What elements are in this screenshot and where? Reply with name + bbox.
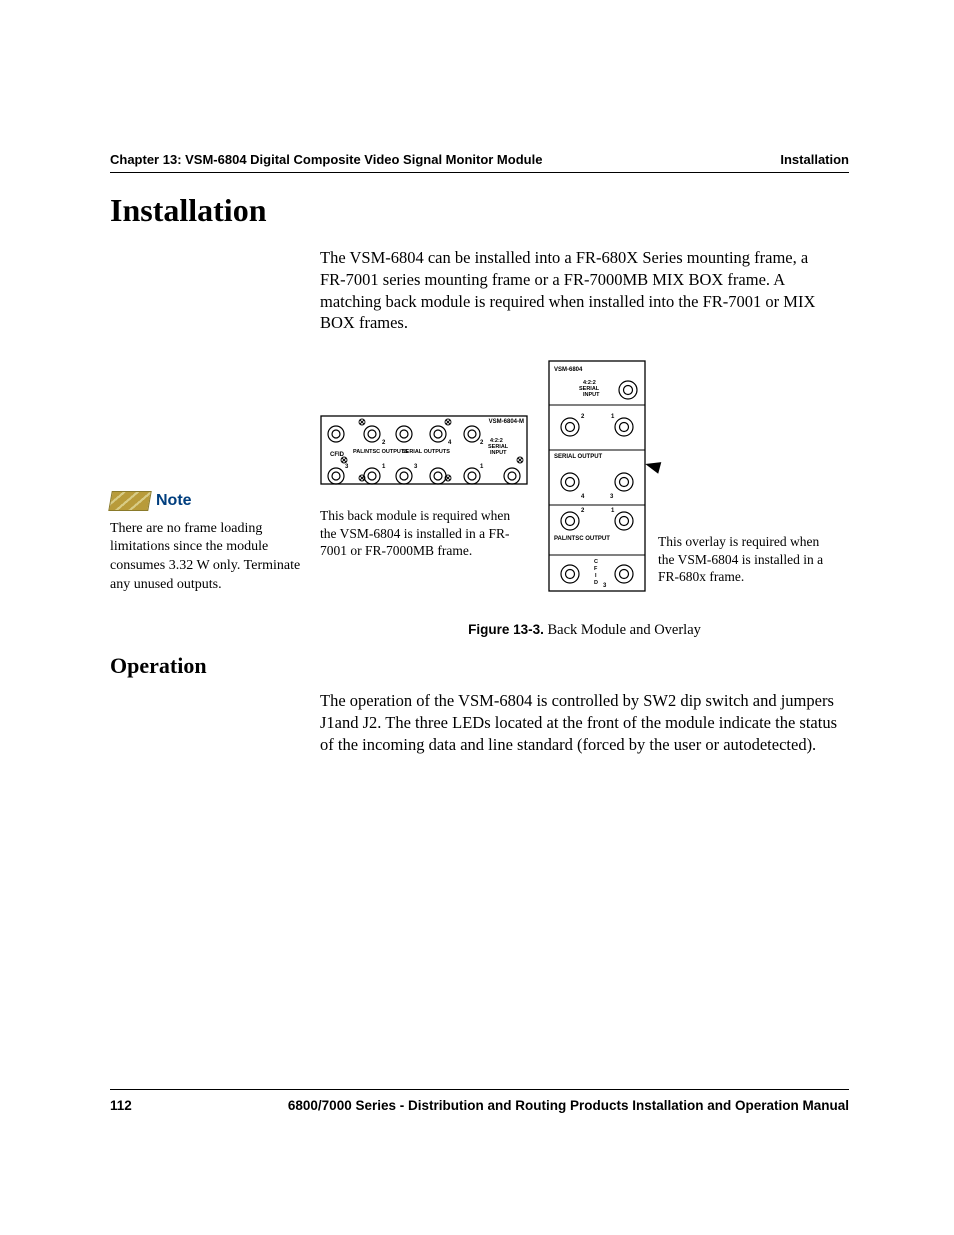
svg-text:F: F xyxy=(594,566,598,572)
svg-text:INPUT: INPUT xyxy=(583,392,600,398)
running-head: Chapter 13: VSM-6804 Digital Composite V… xyxy=(110,152,849,167)
back-module-diagram: 2 4 2 3 1 3 1 VSM-6804-M CFID PAL/NTSC O… xyxy=(320,390,530,490)
page-number: 112 xyxy=(110,1098,132,1113)
figure-caption-label: Figure 13-3. xyxy=(468,622,544,637)
svg-text:D: D xyxy=(594,580,598,586)
back-module-caption: This back module is required when the VS… xyxy=(320,507,525,560)
operation-paragraph: The operation of the VSM-6804 is control… xyxy=(320,690,839,755)
svg-text:I: I xyxy=(595,573,597,579)
note-heading: Note xyxy=(110,490,305,512)
figure-area: 2 4 2 3 1 3 1 VSM-6804-M CFID PAL/NTSC O… xyxy=(320,360,849,645)
svg-text:2: 2 xyxy=(382,440,386,446)
note-body: There are no frame loading limitations s… xyxy=(110,520,305,596)
page-footer: 112 6800/7000 Series - Distribution and … xyxy=(110,1089,849,1113)
svg-text:3: 3 xyxy=(610,494,614,500)
figure-caption: Figure 13-3. Back Module and Overlay xyxy=(320,622,849,639)
svg-text:PAL/NTSC OUTPUTS: PAL/NTSC OUTPUTS xyxy=(353,449,408,455)
chapter-label: Chapter 13: VSM-6804 Digital Composite V… xyxy=(110,152,542,167)
svg-text:PAL/NTSC OUTPUT: PAL/NTSC OUTPUT xyxy=(554,536,610,542)
heading-operation: Operation xyxy=(110,653,207,679)
svg-text:2: 2 xyxy=(480,440,484,446)
svg-text:SERIAL OUTPUT: SERIAL OUTPUT xyxy=(554,454,603,460)
note-box: Note There are no frame loading limitati… xyxy=(110,490,305,595)
note-label: Note xyxy=(156,490,192,512)
svg-text:VSM-6804: VSM-6804 xyxy=(554,367,583,373)
svg-text:VSM-6804-M: VSM-6804-M xyxy=(489,419,524,425)
manual-title: 6800/7000 Series - Distribution and Rout… xyxy=(288,1098,849,1113)
overlay-diagram: VSM-6804 4:2:2 SERIAL INPUT 2 1 SERIAL O… xyxy=(548,360,648,595)
svg-text:3: 3 xyxy=(345,464,349,470)
overlay-caption: This overlay is required when the VSM-68… xyxy=(658,533,838,586)
svg-text:C: C xyxy=(594,559,598,565)
svg-text:1: 1 xyxy=(480,464,484,470)
page: Chapter 13: VSM-6804 Digital Composite V… xyxy=(0,0,954,1235)
svg-text:4: 4 xyxy=(581,494,585,500)
svg-text:SERIAL OUTPUTS: SERIAL OUTPUTS xyxy=(402,449,450,455)
svg-text:2: 2 xyxy=(581,414,585,420)
svg-text:1: 1 xyxy=(382,464,386,470)
svg-text:2: 2 xyxy=(581,508,585,514)
svg-text:INPUT: INPUT xyxy=(490,450,507,456)
figure-caption-text: Back Module and Overlay xyxy=(544,622,701,638)
svg-text:4: 4 xyxy=(448,440,452,446)
svg-text:3: 3 xyxy=(414,464,418,470)
intro-paragraph: The VSM-6804 can be installed into a FR-… xyxy=(320,247,824,334)
pencil-icon xyxy=(108,491,152,511)
heading-installation: Installation xyxy=(110,192,266,229)
section-label: Installation xyxy=(780,152,849,167)
svg-text:1: 1 xyxy=(611,508,615,514)
header-rule xyxy=(110,172,849,173)
svg-text:CFID: CFID xyxy=(330,452,345,458)
svg-text:1: 1 xyxy=(611,414,615,420)
svg-text:3: 3 xyxy=(603,583,607,589)
